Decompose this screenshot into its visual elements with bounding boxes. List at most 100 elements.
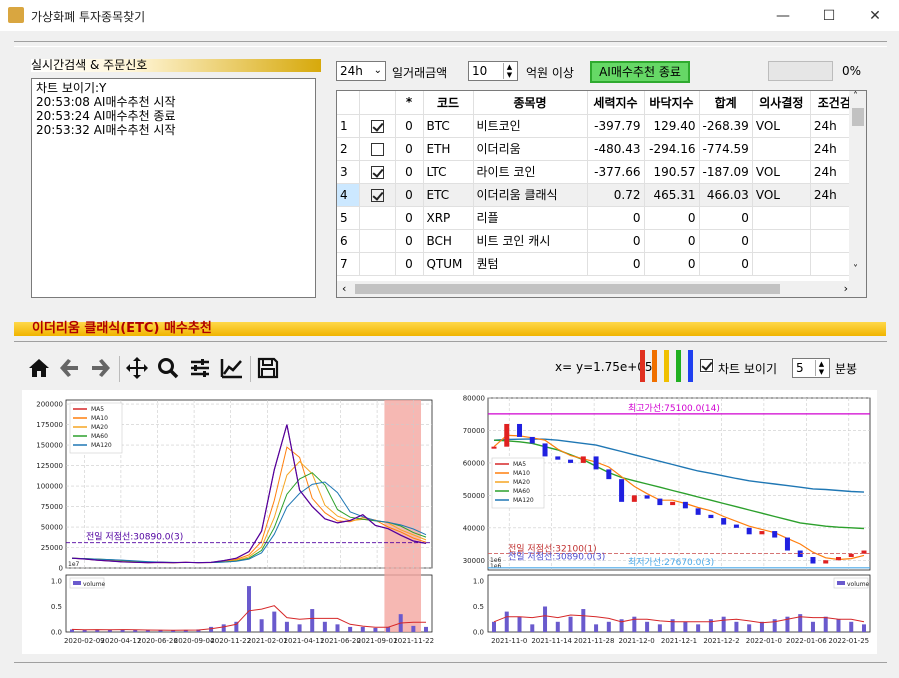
force-cell: 0: [587, 229, 645, 253]
close-button[interactable]: ✕: [852, 0, 898, 31]
window-title: 가상화폐 투자종목찾기: [31, 10, 146, 24]
toolbar-separator: [119, 356, 120, 382]
minutes-stepper[interactable]: 5 ▲ ▼: [792, 358, 830, 378]
spin-arrows-icon[interactable]: ▲ ▼: [815, 360, 827, 376]
volume-bar: [849, 621, 854, 632]
y-tick-label: 75000: [41, 503, 63, 511]
legend-entry: MA60: [91, 433, 108, 440]
row-checkbox-cell[interactable]: [359, 183, 396, 207]
scroll-up-icon[interactable]: ˄: [853, 91, 858, 102]
floor-cell: 0: [644, 206, 700, 230]
maximize-button[interactable]: ☐: [806, 0, 852, 31]
settings-sliders-icon[interactable]: [187, 356, 213, 382]
scroll-down-icon[interactable]: ˅: [853, 264, 858, 275]
row-checkbox-cell[interactable]: [359, 229, 396, 253]
chevron-down-icon: ⌄: [373, 65, 382, 76]
pan-move-icon[interactable]: [124, 356, 150, 382]
volume-label: 일거래금액: [392, 66, 448, 80]
x-tick-label: 2022-01-0: [746, 637, 782, 645]
star-cell: 0: [395, 183, 424, 207]
save-disk-icon[interactable]: [255, 356, 281, 382]
scroll-thumb[interactable]: [852, 108, 864, 126]
row-checkbox-cell[interactable]: [359, 160, 396, 184]
code-cell: BCH: [423, 229, 474, 253]
forward-arrow-icon[interactable]: [87, 356, 113, 382]
x-tick-label: 2021-02-01: [247, 637, 288, 645]
horizontal-scrollbar[interactable]: ‹ ›: [337, 281, 866, 297]
scale-note: 1e6: [490, 557, 502, 564]
vertical-scrollbar[interactable]: ˄ ˅: [849, 91, 866, 281]
candle: [606, 469, 612, 480]
legend-entry: MA20: [513, 479, 530, 486]
line-chart-icon[interactable]: [219, 356, 245, 382]
volume-legend-swatch: [837, 581, 845, 585]
column-header[interactable]: [337, 91, 360, 115]
table-row[interactable]: 3 0 LTC 라이트 코인 -377.66 190.57 -187.09 VOL 24h: [337, 160, 859, 184]
row-number: 7: [337, 252, 360, 276]
column-header[interactable]: 바닥지수: [644, 91, 700, 115]
table-row[interactable]: 2 0 ETH 이더리움 -480.43 -294.16 -774.59 24h: [337, 137, 859, 161]
volume-y-tick: 0.0: [473, 629, 484, 637]
column-header[interactable]: 세력지수: [587, 91, 645, 115]
row-checkbox-cell[interactable]: [359, 137, 396, 161]
column-header[interactable]: 의사결정: [752, 91, 811, 115]
volume-bar: [209, 626, 214, 632]
name-cell: 비트 코인 캐시: [473, 229, 588, 253]
top-divider: [14, 41, 887, 42]
candle: [619, 479, 625, 502]
volume-bar: [670, 619, 675, 632]
x-tick-label: 2021-06-20: [320, 637, 361, 645]
coin-grid[interactable]: * 코드 종목명 세력지수 바닥지수 합계 의사결정 조건검 1 0 BTC 비트코인 -397.79…: [336, 90, 867, 298]
home-icon[interactable]: [26, 356, 52, 382]
table-row[interactable]: 4 0 ETC 이더리움 클래식 0.72 465.31 466.03 VOL 24h: [337, 183, 859, 207]
x-tick-label: 2022-01-06: [786, 637, 827, 645]
column-header[interactable]: 코드: [423, 91, 474, 115]
row-checkbox-cell[interactable]: [359, 206, 396, 230]
table-row[interactable]: 7 0 QTUM 퀀텀 0 0 0: [337, 252, 859, 276]
period-select[interactable]: 24h ⌄: [336, 61, 386, 81]
scroll-right-icon[interactable]: ›: [844, 282, 848, 295]
table-row[interactable]: 5 0 XRP 리플 0 0 0: [337, 206, 859, 230]
spin-arrows-icon[interactable]: ▲ ▼: [503, 63, 515, 79]
column-header[interactable]: *: [395, 91, 424, 115]
legend-entry: MA60: [513, 488, 530, 495]
column-header[interactable]: [359, 91, 396, 115]
row-checkbox-cell[interactable]: [359, 252, 396, 276]
volume-bar: [555, 621, 560, 632]
column-header[interactable]: 합계: [699, 91, 753, 115]
column-header[interactable]: 종목명: [473, 91, 588, 115]
volume-bar: [272, 611, 277, 632]
hscroll-thumb[interactable]: [355, 284, 780, 294]
scroll-left-icon[interactable]: ‹: [342, 282, 346, 295]
scale-note: 1e6: [490, 563, 502, 570]
zoom-search-icon[interactable]: [155, 356, 181, 382]
show-chart-checkbox[interactable]: [700, 359, 714, 373]
ai-recommend-stop-button[interactable]: AI매수추천 종료: [590, 61, 690, 83]
decision-cell: [752, 252, 811, 276]
candle: [504, 423, 510, 447]
volume-stepper[interactable]: 10 ▲ ▼: [468, 61, 518, 81]
realtime-log[interactable]: 차트 보이기:Y 20:53:08 AI매수추천 시작 20:53:24 AI매…: [31, 78, 316, 298]
log-line: 20:53:08 AI매수추천 시작: [36, 95, 176, 109]
x-tick-label: 2021-11-14: [531, 637, 572, 645]
checkbox[interactable]: [370, 165, 384, 179]
floor-cell: 0: [644, 252, 700, 276]
candle: [759, 531, 765, 535]
minimize-button[interactable]: —: [760, 0, 806, 31]
volume-bar: [247, 586, 251, 632]
x-tick-label: 2021-12-0: [618, 637, 654, 645]
table-row[interactable]: 1 0 BTC 비트코인 -397.79 129.40 -268.39 VOL 24h: [337, 114, 859, 138]
checkbox[interactable]: [370, 142, 384, 156]
floor-cell: 0: [644, 229, 700, 253]
candle: [784, 537, 790, 551]
volume-bar: [221, 624, 226, 632]
back-arrow-icon[interactable]: [57, 356, 83, 382]
checkbox[interactable]: [370, 119, 384, 133]
unit-label: 억원 이상: [526, 66, 574, 80]
checkbox[interactable]: [370, 188, 384, 202]
table-row[interactable]: 6 0 BCH 비트 코인 캐시 0 0 0: [337, 229, 859, 253]
candle: [772, 531, 778, 538]
volume-bar: [683, 621, 688, 632]
row-checkbox-cell[interactable]: [359, 114, 396, 138]
chart-area[interactable]: 200000 175000 150000 125000 100000 75000 50000…: [22, 390, 877, 654]
